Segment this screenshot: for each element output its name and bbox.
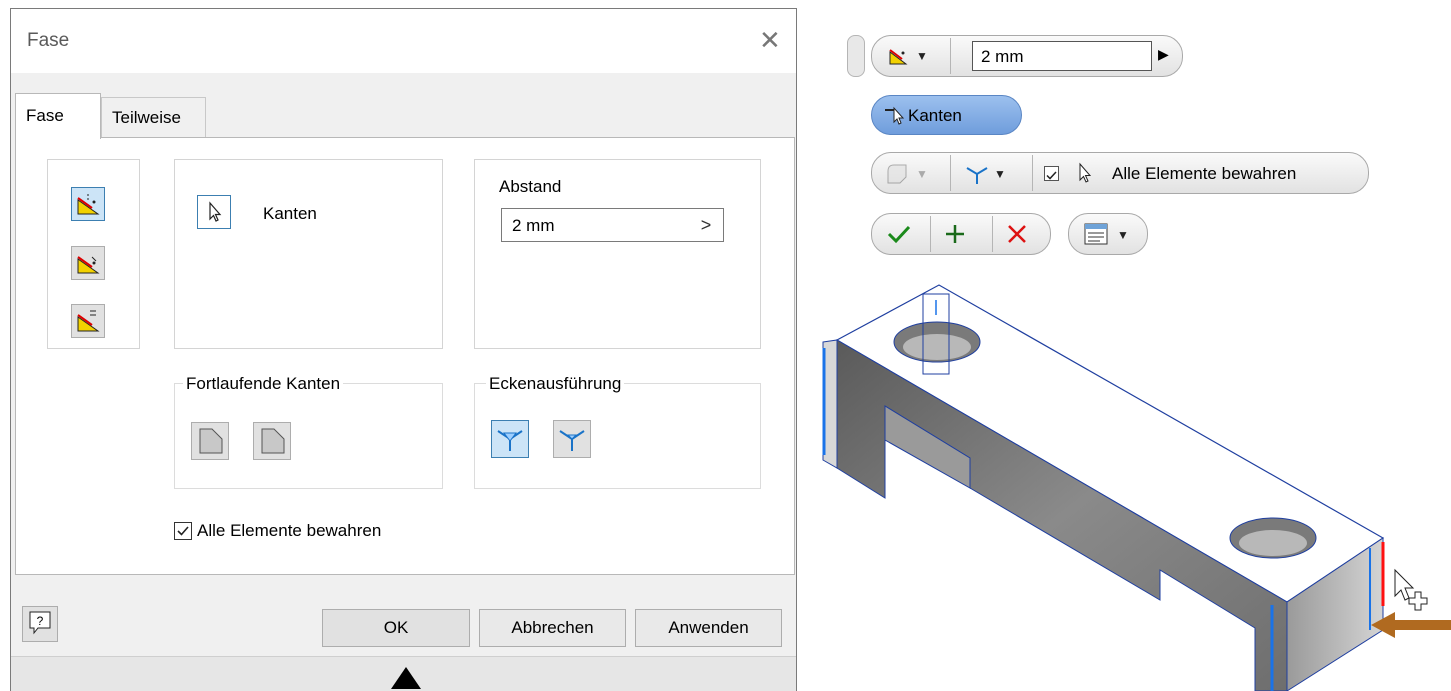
mouse-cursor-icon	[1394, 568, 1428, 611]
edges-label: Kanten	[263, 204, 317, 223]
ok-button[interactable]: OK	[322, 609, 470, 647]
distance-value: 2 mm	[512, 216, 555, 235]
cancel-button[interactable]: Abbrechen	[479, 609, 626, 647]
toolbar-grip[interactable]	[847, 35, 865, 77]
action-toolbar	[871, 213, 1051, 255]
corner-setback-icon[interactable]	[964, 161, 990, 192]
corner-point-icon[interactable]	[553, 420, 591, 458]
face-fillet-icon[interactable]	[884, 161, 910, 192]
distance-value: 2 mm	[981, 47, 1024, 66]
preserve-all-checkbox[interactable]	[1044, 166, 1059, 181]
preserve-all-label: Alle Elemente bewahren	[1112, 164, 1297, 183]
distance-input[interactable]: 2 mm	[972, 41, 1152, 71]
dialog-title: Fase	[27, 30, 70, 51]
chevron-down-icon: ▼	[1117, 228, 1129, 242]
chevron-down-icon[interactable]: ▼	[916, 49, 928, 63]
corner-setback-icon[interactable]	[491, 420, 529, 458]
select-cursor-icon[interactable]	[197, 195, 231, 229]
continuous-edge-icon[interactable]	[191, 422, 229, 460]
chevron-right-icon[interactable]: ▶	[1158, 46, 1169, 63]
preserve-all-checkbox[interactable]	[174, 522, 192, 540]
distance-label: Abstand	[499, 177, 562, 196]
chamfer-dialog: Fase ✕ Fase Teilweise Kanten Abstand 2 m…	[10, 8, 797, 691]
distance-toolbar: ▼ 2 mm ▶	[871, 35, 1183, 77]
edges-label: Kanten	[908, 106, 962, 125]
title-bar: Fase ✕	[11, 9, 796, 73]
select-cursor-icon	[1075, 161, 1095, 192]
corner-label: Eckenausführung	[486, 374, 625, 394]
continuous-edge-off-icon[interactable]	[253, 422, 291, 460]
tab-label: Teilweise	[112, 108, 181, 127]
tab-label: Fase	[26, 106, 64, 125]
continuous-edges-label: Fortlaufende Kanten	[183, 374, 344, 394]
close-icon[interactable]: ✕	[759, 27, 781, 53]
tab-fase[interactable]: Fase	[15, 93, 101, 139]
help-icon[interactable]: ?	[22, 606, 58, 642]
plus-icon[interactable]	[942, 222, 968, 251]
edges-group: Kanten	[174, 159, 443, 349]
options-toolbar: ▼ ▼ Alle Elemente bewahren	[871, 152, 1369, 194]
chamfer-distance-icon[interactable]	[71, 187, 105, 221]
edges-toolbar-button[interactable]: Kanten	[871, 95, 1022, 135]
chamfer-two-distances-icon[interactable]	[71, 304, 105, 338]
chevron-right-icon[interactable]: >	[689, 209, 723, 241]
pointer-triangle-icon	[391, 667, 421, 689]
ok-check-icon[interactable]	[886, 222, 912, 251]
model-viewport[interactable]	[815, 270, 1451, 691]
chamfer-distance-icon[interactable]	[884, 42, 912, 75]
tab-teilweise[interactable]: Teilweise	[101, 97, 206, 138]
chamfer-distance-angle-icon[interactable]	[71, 246, 105, 280]
preserve-all-label: Alle Elemente bewahren	[197, 521, 382, 540]
chevron-down-icon[interactable]: ▼	[994, 167, 1006, 181]
svg-text:?: ?	[37, 614, 44, 628]
chamfer-type-group	[47, 159, 140, 349]
chevron-down-icon[interactable]: ▼	[916, 167, 928, 181]
options-icon	[1083, 222, 1109, 251]
apply-button[interactable]: Anwenden	[635, 609, 782, 647]
cancel-x-icon[interactable]	[1004, 222, 1030, 251]
select-edges-icon	[884, 104, 908, 133]
distance-input[interactable]: 2 mm >	[501, 208, 724, 242]
status-bar	[11, 656, 796, 691]
options-menu-button[interactable]: ▼	[1068, 213, 1148, 255]
